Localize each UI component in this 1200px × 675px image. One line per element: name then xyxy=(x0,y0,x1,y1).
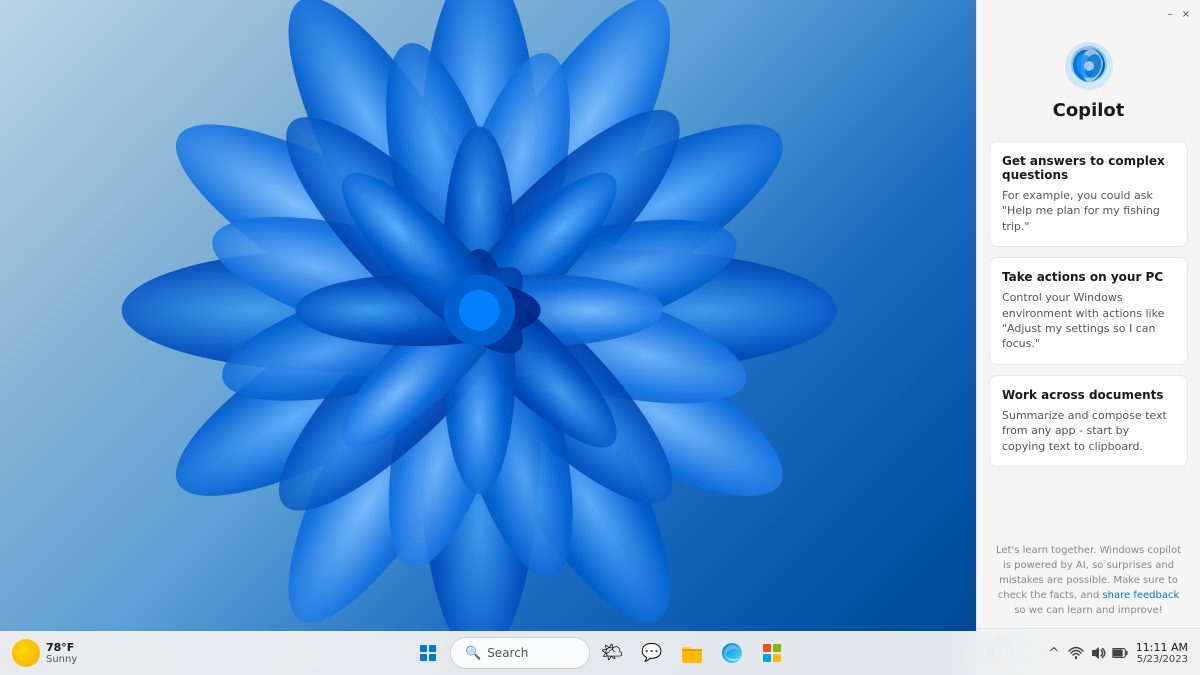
taskbar-right: ^ xyxy=(1046,641,1188,665)
copilot-titlebar: – × xyxy=(977,0,1200,24)
close-button[interactable]: × xyxy=(1180,8,1192,20)
teams-icon: 💬 xyxy=(641,645,662,662)
search-label: Search xyxy=(487,646,528,660)
weather-condition: Sunny xyxy=(46,654,77,665)
card-desc-2: Summarize and compose text from any app … xyxy=(1002,408,1175,454)
search-icon: 🔍 xyxy=(465,646,481,661)
card-title-1: Take actions on your PC xyxy=(1002,270,1175,284)
copilot-card-1[interactable]: Take actions on your PC Control your Win… xyxy=(989,257,1188,365)
file-explorer-icon xyxy=(681,642,703,664)
bloom-svg xyxy=(50,0,970,660)
clock-widget[interactable]: 11:11 AM 5/23/2023 xyxy=(1136,641,1188,665)
edge-button[interactable] xyxy=(714,635,750,671)
card-title-0: Get answers to complex questions xyxy=(1002,154,1175,182)
wifi-signal-icon xyxy=(1068,645,1084,661)
search-bar[interactable]: 🔍 Search xyxy=(450,637,590,669)
copilot-logo-area: Copilot xyxy=(977,24,1200,141)
edge-icon xyxy=(721,642,743,664)
system-tray: ^ xyxy=(1046,645,1128,661)
copilot-card-2[interactable]: Work across documents Summarize and comp… xyxy=(989,375,1188,467)
volume-icon[interactable] xyxy=(1090,645,1106,661)
taskbar: 78°F Sunny 🔍 Search 🌤 💬 xyxy=(0,631,1200,675)
copilot-title: Copilot xyxy=(1053,100,1125,121)
taskbar-left: 78°F Sunny xyxy=(12,639,85,667)
taskbar-center: 🔍 Search 🌤 💬 xyxy=(410,635,790,671)
wifi-icon[interactable] xyxy=(1068,645,1084,661)
speaker-icon xyxy=(1090,645,1106,661)
copilot-logo-icon xyxy=(1063,40,1115,92)
share-feedback-link[interactable]: share feedback xyxy=(1102,590,1179,601)
file-explorer-button[interactable] xyxy=(674,635,710,671)
card-desc-1: Control your Windows environment with ac… xyxy=(1002,290,1175,352)
weather-temperature: 78°F xyxy=(46,641,77,654)
clock-date: 5/23/2023 xyxy=(1137,654,1188,665)
battery-icon[interactable] xyxy=(1112,645,1128,661)
battery-indicator-icon xyxy=(1112,647,1128,659)
start-button[interactable] xyxy=(410,635,446,671)
copilot-card-0[interactable]: Get answers to complex questions For exa… xyxy=(989,141,1188,247)
widgets-icon: 🌤 xyxy=(601,644,624,662)
windows-logo-icon xyxy=(420,645,436,661)
weather-sun-icon xyxy=(12,639,40,667)
weather-widget[interactable]: 78°F Sunny xyxy=(12,639,77,667)
tray-chevron-button[interactable]: ^ xyxy=(1046,645,1062,661)
card-desc-0: For example, you could ask "Help me plan… xyxy=(1002,188,1175,234)
copilot-cards: Get answers to complex questions For exa… xyxy=(977,141,1200,533)
card-title-2: Work across documents xyxy=(1002,388,1175,402)
microsoft-store-button[interactable] xyxy=(754,635,790,671)
bloom-inner xyxy=(459,290,500,331)
clock-time: 11:11 AM xyxy=(1136,641,1188,654)
copilot-panel: – × xyxy=(976,0,1200,675)
footer-suffix: so we can learn and improve! xyxy=(1014,605,1163,616)
store-icon xyxy=(761,642,783,664)
weather-text: 78°F Sunny xyxy=(46,641,77,665)
copilot-footer: Let's learn together. Windows copilot is… xyxy=(977,533,1200,628)
minimize-button[interactable]: – xyxy=(1164,8,1176,20)
widgets-button[interactable]: 🌤 xyxy=(594,635,630,671)
teams-button[interactable]: 💬 xyxy=(634,635,670,671)
